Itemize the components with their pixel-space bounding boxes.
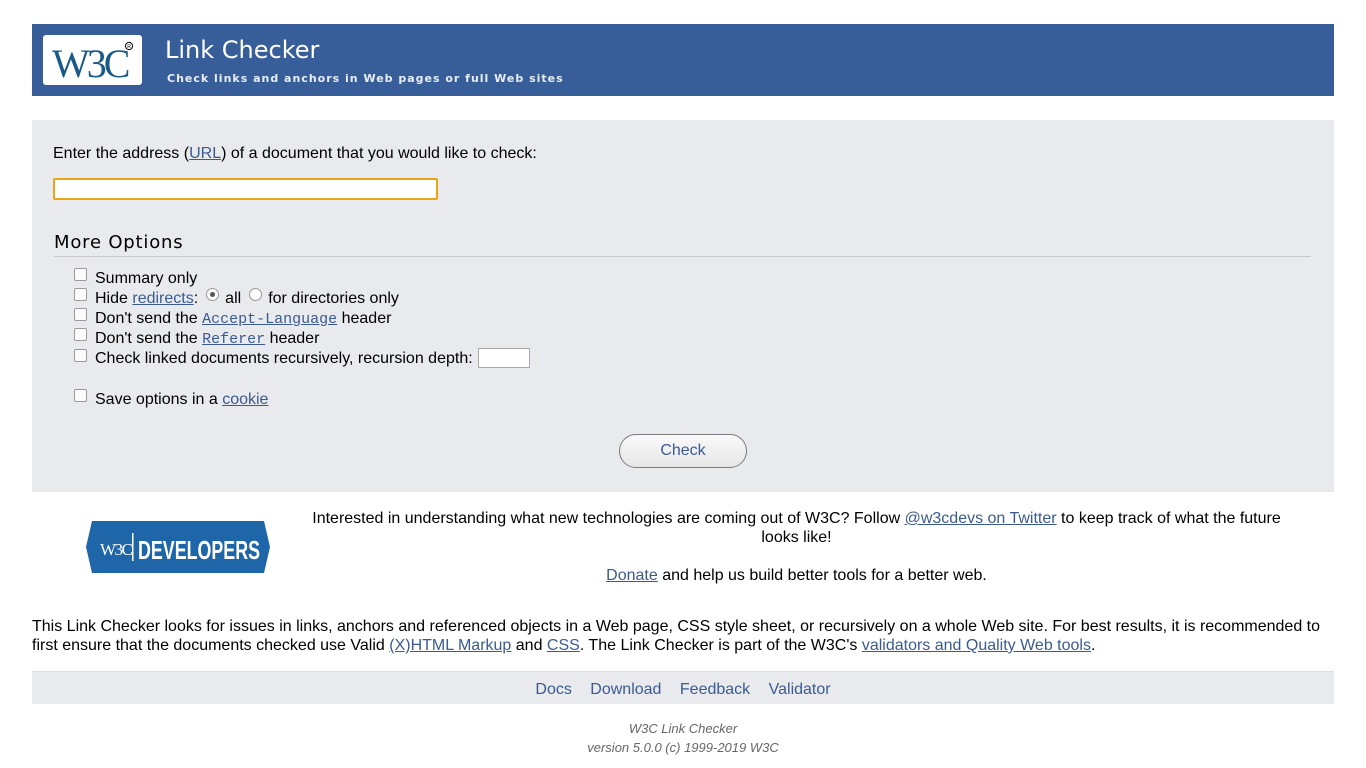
hide-colon: : <box>193 290 199 307</box>
svg-text:W3C: W3C <box>100 540 133 559</box>
markup-validator-link[interactable]: (X)HTML Markup <box>389 637 511 654</box>
page-subtitle: Check links and anchors in Web pages or … <box>167 72 564 85</box>
w3c-developers-badge-icon: W3C DEVELOPERS <box>86 521 270 573</box>
hide-dirs-radio[interactable] <box>249 288 263 302</box>
footer-link-docs[interactable]: Docs <box>535 681 571 698</box>
footer-link-validator[interactable]: Validator <box>769 681 831 698</box>
option-referer: Don't send the Referer header <box>74 328 320 349</box>
option-save-cookie: Save options in a cookie <box>74 389 268 410</box>
accept-language-link[interactable]: Accept-Language <box>202 311 337 328</box>
referer-checkbox[interactable] <box>74 328 87 342</box>
svg-text:DEVELOPERS: DEVELOPERS <box>138 535 260 565</box>
w3c-logo-icon: W3C R <box>52 41 134 85</box>
twitter-link[interactable]: @w3cdevs on Twitter <box>905 510 1057 527</box>
w3c-logo[interactable]: W3C R <box>43 35 142 85</box>
footer-link-download[interactable]: Download <box>590 681 661 698</box>
prompt-text-after: ) of a document that you would like to c… <box>221 145 537 162</box>
css-validator-link[interactable]: CSS <box>547 637 580 654</box>
donate-after: and help us build better tools for a bet… <box>657 567 987 584</box>
svg-text:W3C: W3C <box>52 41 129 85</box>
accept-before: Don't send the <box>95 310 203 327</box>
hide-redirects-checkbox[interactable] <box>74 288 87 302</box>
about-and: and <box>511 637 547 654</box>
footer-nav: Docs Download Feedback Validator <box>32 671 1334 704</box>
check-form: Enter the address (URL) of a document th… <box>32 120 1334 492</box>
referer-after: header <box>265 330 320 347</box>
page-title: Link Checker <box>165 36 320 64</box>
save-cookie-checkbox[interactable] <box>74 389 87 403</box>
w3c-developers-logo[interactable]: W3C DEVELOPERS <box>86 521 270 578</box>
recursion-depth-input[interactable] <box>477 348 530 368</box>
version-info: W3C Link Checker version 5.0.0 (c) 1999-… <box>32 719 1334 757</box>
recursive-label: Check linked documents recursively, recu… <box>95 350 473 368</box>
url-prompt: Enter the address (URL) of a document th… <box>53 145 537 163</box>
about-paragraph: This Link Checker looks for issues in li… <box>32 617 1334 655</box>
accept-after: header <box>337 310 392 327</box>
header-banner: W3C R Link Checker Check links and ancho… <box>32 24 1334 96</box>
save-before: Save options in a <box>95 391 223 408</box>
more-options-title: More Options <box>54 232 184 253</box>
about-end: . <box>1090 637 1096 654</box>
hide-dirs-label: for directories only <box>268 290 399 307</box>
recursive-checkbox[interactable] <box>74 348 87 362</box>
promo-before: Interested in understanding what new tec… <box>312 510 905 527</box>
footer-link-feedback[interactable]: Feedback <box>680 681 750 698</box>
redirects-link[interactable]: redirects <box>132 290 193 307</box>
option-hide-redirects: Hide redirects: all for directories only <box>74 288 399 309</box>
option-summary-only: Summary only <box>74 268 198 289</box>
hide-label: Hide <box>95 290 133 307</box>
promo-text: Interested in understanding what new tec… <box>305 509 1288 547</box>
referer-before: Don't send the <box>95 330 203 347</box>
donate-text: Donate and help us build better tools fo… <box>305 566 1288 585</box>
more-options-divider <box>54 256 1311 257</box>
accept-language-checkbox[interactable] <box>74 308 87 322</box>
url-help-link[interactable]: URL <box>189 145 221 162</box>
donate-link[interactable]: Donate <box>606 567 658 584</box>
summary-only-label: Summary only <box>95 270 198 287</box>
hide-all-radio[interactable] <box>206 288 220 302</box>
svg-text:R: R <box>127 44 131 50</box>
summary-only-checkbox[interactable] <box>74 268 87 282</box>
option-recursive: Check linked documents recursively, recu… <box>74 348 530 369</box>
check-button[interactable]: Check <box>619 434 747 468</box>
prompt-text-before: Enter the address ( <box>53 145 190 162</box>
about-part2: . The Link Checker is part of the W3C's <box>579 637 862 654</box>
version-line-2: version 5.0.0 (c) 1999-2019 W3C <box>587 740 779 755</box>
cookie-link[interactable]: cookie <box>222 391 268 408</box>
url-input[interactable] <box>53 178 438 200</box>
hide-all-label: all <box>225 290 242 307</box>
quality-tools-link[interactable]: validators and Quality Web tools <box>862 637 1091 654</box>
option-accept-language: Don't send the Accept-Language header <box>74 308 392 329</box>
version-line-1: W3C Link Checker <box>628 721 738 736</box>
referer-link[interactable]: Referer <box>202 331 265 348</box>
